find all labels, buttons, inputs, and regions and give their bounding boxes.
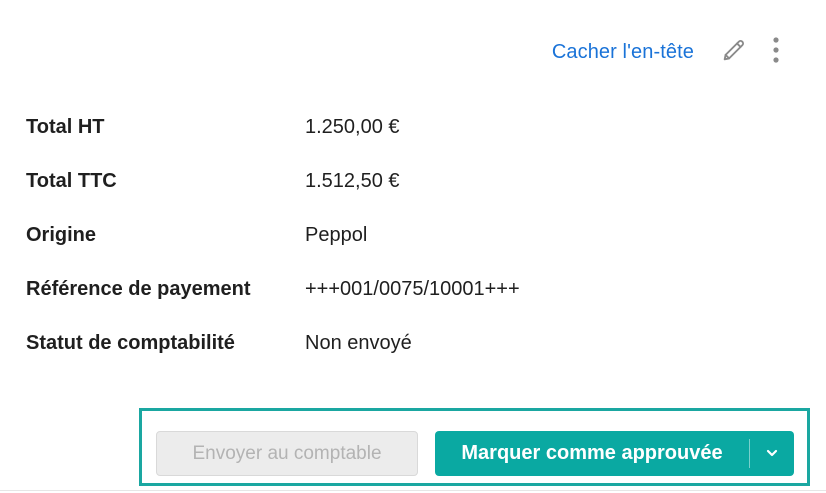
detail-row-accounting-status: Statut de comptabilité Non envoyé — [26, 316, 786, 370]
detail-row-payment-reference: Référence de payement +++001/0075/10001+… — [26, 262, 786, 316]
send-to-accountant-button[interactable]: Envoyer au comptable — [156, 431, 418, 476]
detail-label: Origine — [26, 223, 97, 246]
detail-value: Peppol — [305, 223, 368, 246]
detail-value: 1.512,50 € — [305, 169, 400, 192]
more-options-button[interactable] — [760, 36, 792, 68]
detail-value: +++001/0075/10001+++ — [305, 277, 520, 300]
detail-value: Non envoyé — [305, 331, 412, 354]
detail-label: Total HT — [26, 115, 105, 138]
more-vertical-icon — [772, 36, 780, 69]
detail-row-origin: Origine Peppol — [26, 208, 786, 262]
approve-options-dropdown[interactable] — [750, 431, 794, 476]
detail-value: 1.250,00 € — [305, 115, 400, 138]
invoice-details: Total HT 1.250,00 € Total TTC 1.512,50 €… — [26, 100, 786, 370]
hide-header-link[interactable]: Cacher l'en-tête — [552, 41, 694, 64]
approve-split-button: Marquer comme approuvée — [435, 431, 794, 476]
detail-label: Référence de payement — [26, 277, 251, 300]
detail-label: Statut de comptabilité — [26, 331, 235, 354]
divider — [0, 490, 826, 491]
detail-row-total-ttc: Total TTC 1.512,50 € — [26, 154, 786, 208]
header-toolbar: Cacher l'en-tête — [552, 34, 792, 70]
mark-approved-button[interactable]: Marquer comme approuvée — [435, 431, 749, 476]
detail-row-total-ht: Total HT 1.250,00 € — [26, 100, 786, 154]
detail-label: Total TTC — [26, 169, 117, 192]
action-bar: Envoyer au comptable Marquer comme appro… — [139, 408, 810, 486]
pencil-icon — [720, 36, 748, 69]
edit-button[interactable] — [718, 36, 750, 68]
chevron-down-icon — [765, 445, 779, 463]
